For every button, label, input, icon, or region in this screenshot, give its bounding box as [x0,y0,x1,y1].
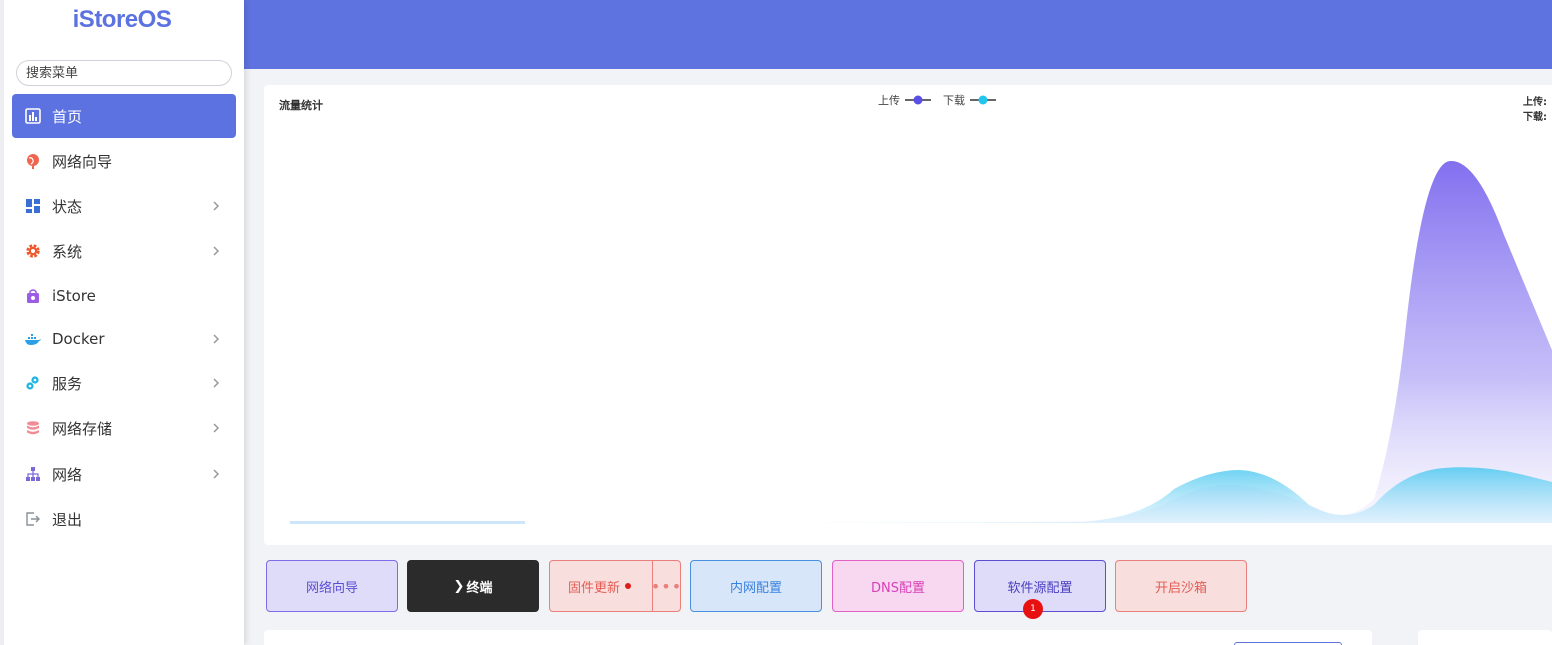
legend-upload-marker [905,95,931,105]
legend-download-label: 下载 [943,94,965,107]
docker-whale-icon [24,330,42,348]
sidebar-item-label: 首页 [52,107,83,126]
menu-search-input[interactable] [16,60,232,86]
legend-download[interactable]: 下载 [943,92,996,108]
sidebar-item-docker[interactable]: Docker [12,317,236,361]
dashboard-icon [24,107,42,125]
sidebar-item-label: 网络存储 [52,419,113,438]
firmware-update-button[interactable]: 固件更新 ••• [549,560,681,612]
chevron-right-icon [213,201,220,211]
globe-pin-icon [24,152,42,170]
firmware-more-button[interactable]: ••• [651,561,681,611]
grid-icon [24,197,42,215]
chart-title: 流量统计 [279,99,323,112]
terminal-button[interactable]: ❯ 终端 [407,560,539,612]
notification-badge: 1 [1023,599,1043,619]
sidebar-item-istore[interactable]: iStore [12,274,236,318]
chevron-right-icon [213,469,220,479]
database-icon [24,419,42,437]
chevron-right-icon [213,246,220,256]
sidebar-item-services[interactable]: 服务 [12,361,236,405]
traffic-readout: 上传: 下载: [1523,95,1547,125]
chevron-right-icon [213,423,220,433]
software-source-label: 软件源配置 [1007,580,1073,596]
sidebar-item-label: 网络 [52,465,83,484]
sandbox-label: 开启沙箱 [1154,580,1207,596]
sidebar-item-home[interactable]: 首页 [12,94,236,138]
firmware-update-label: 固件更新 [568,580,621,596]
sidebar-item-label: 状态 [52,197,83,216]
sidebar-item-label: 网络向导 [52,152,113,171]
upload-area [290,160,1552,523]
sidebar-item-logout[interactable]: 退出 [12,497,236,541]
network-wizard-button[interactable]: 网络向导 [266,560,398,612]
sidebar-item-network-wizard[interactable]: 网络向导 [12,139,236,183]
logout-icon [24,510,42,528]
download-area [290,467,1552,523]
sidebar-item-status[interactable]: 状态 [12,184,236,228]
chevron-right-icon [213,378,220,388]
bottom-card-left [264,630,1372,645]
dns-config-label: DNS配置 [871,580,925,596]
sidebar-item-network[interactable]: 网络 [12,452,236,496]
traffic-chart [290,160,1552,524]
sandbox-button[interactable]: 开启沙箱 [1115,560,1247,612]
terminal-prompt-icon: ❯ [453,578,465,594]
chart-legend: 上传 下载 [878,92,1008,108]
app-logo: iStoreOS [72,6,172,33]
network-wizard-label: 网络向导 [305,580,358,596]
chevron-right-icon [213,334,220,344]
gear-icon [24,242,42,260]
sidebar-item-label: iStore [52,287,96,305]
software-source-button[interactable]: 软件源配置 1 [974,560,1106,619]
sidebar: iStoreOS 首页 网络向导 状态 系统 [0,0,244,645]
terminal-label: 终端 [466,580,493,596]
dns-config-button[interactable]: DNS配置 [832,560,964,612]
readout-upload-label: 上传: [1523,97,1547,108]
readout-download-label: 下载: [1523,112,1547,123]
baseline-bar [290,521,525,524]
lan-config-button[interactable]: 内网配置 [690,560,822,612]
traffic-chart-card: 流量统计 上传 下载 上传: 下载: [264,85,1552,545]
update-dot-indicator [625,583,632,589]
shopping-bag-icon [24,287,42,305]
lan-config-label: 内网配置 [729,580,782,596]
cogs-icon [24,374,42,392]
bottom-card-right [1418,630,1552,645]
sidebar-item-label: 服务 [52,374,83,393]
legend-upload[interactable]: 上传 [878,92,931,108]
header-bar [244,0,1552,69]
sidebar-item-label: 系统 [52,242,83,261]
sidebar-item-label: 退出 [52,510,83,529]
sidebar-item-network-storage[interactable]: 网络存储 [12,406,236,450]
sidebar-item-label: Docker [52,330,105,348]
legend-download-marker [970,95,996,105]
sitemap-icon [24,465,42,483]
sidebar-item-system[interactable]: 系统 [12,229,236,273]
legend-upload-label: 上传 [878,94,900,107]
